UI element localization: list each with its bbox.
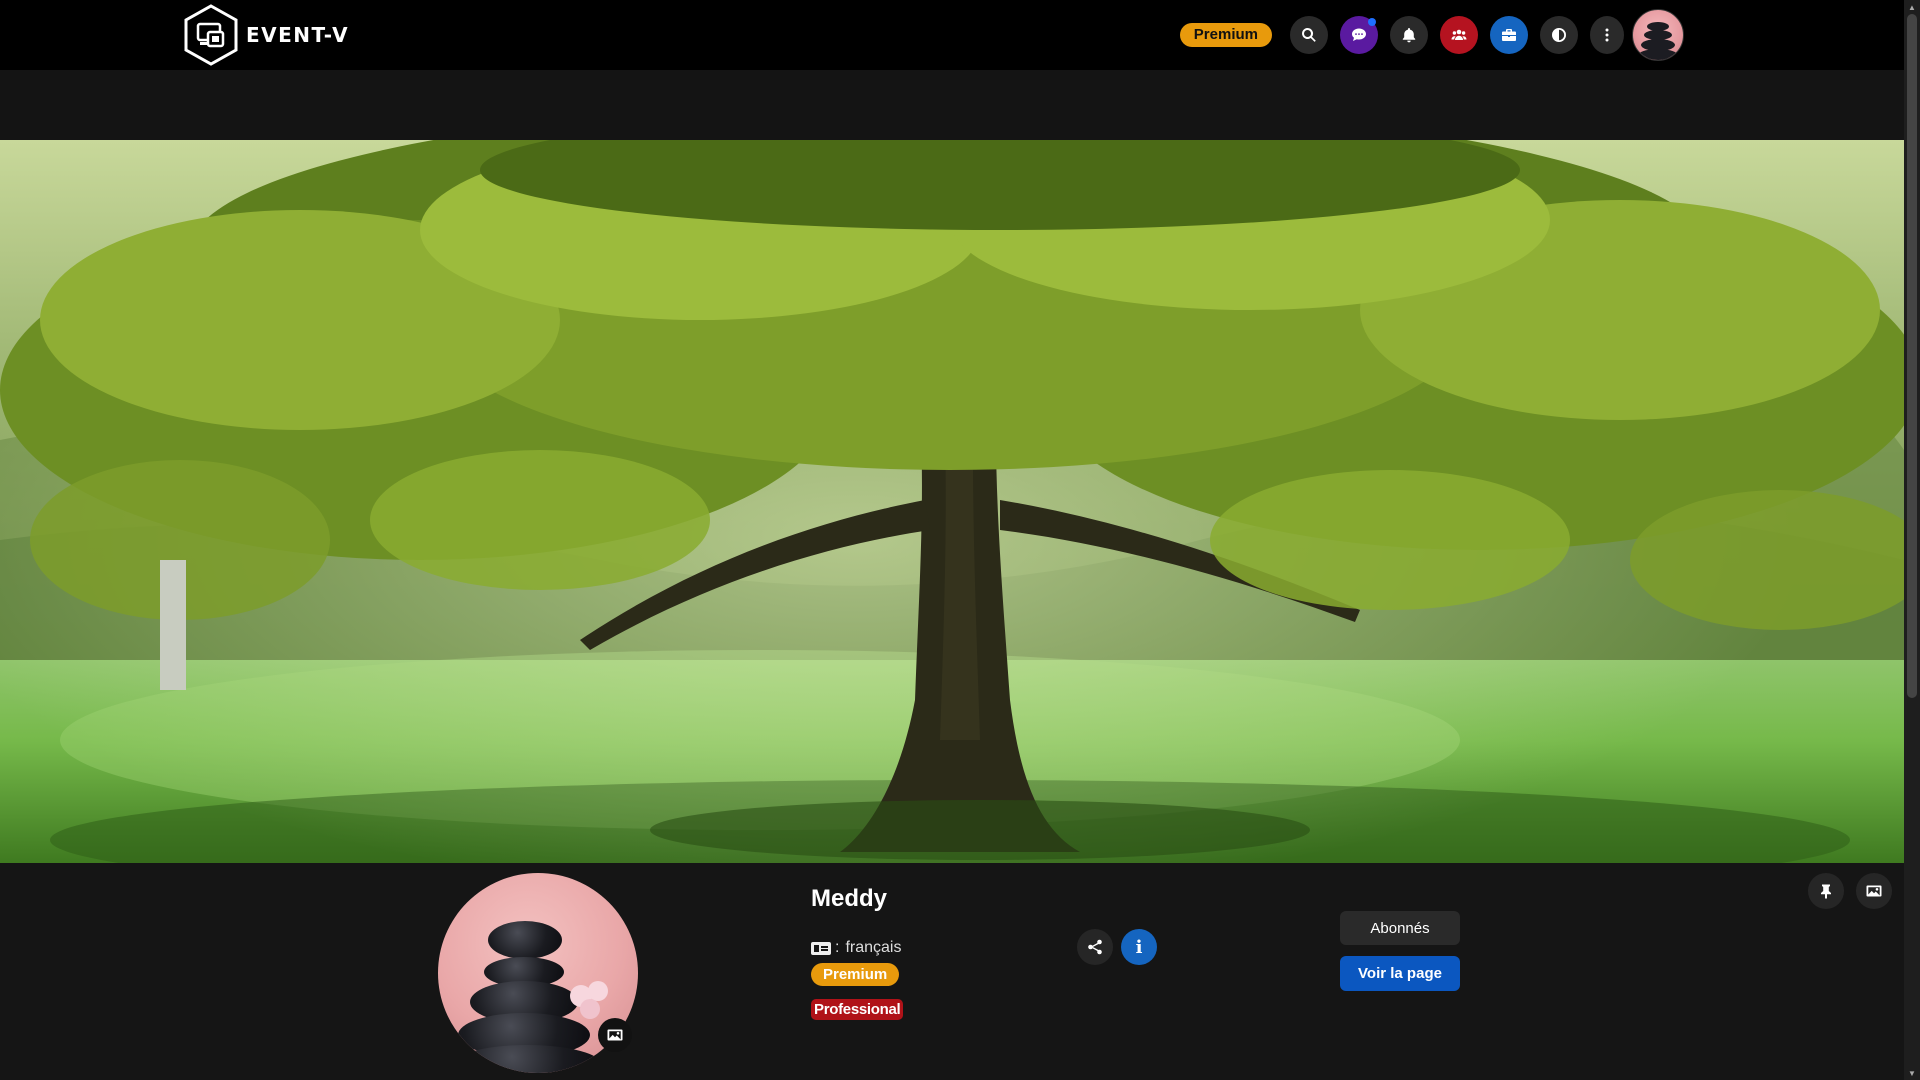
search-button[interactable] <box>1290 16 1328 54</box>
groups-button[interactable] <box>1440 16 1478 54</box>
info-button[interactable]: i <box>1121 929 1157 965</box>
subscribers-button[interactable]: Abonnés <box>1340 911 1460 945</box>
scroll-up-icon[interactable]: ▲ <box>1904 0 1920 14</box>
bell-icon <box>1402 28 1416 43</box>
nav-actions: Premium <box>1179 0 1684 70</box>
notifications-button[interactable] <box>1390 16 1428 54</box>
image-icon <box>1866 885 1882 897</box>
contrast-icon <box>1552 28 1566 42</box>
language-icon <box>811 941 831 955</box>
view-page-button[interactable]: Voir la page <box>1340 956 1460 991</box>
change-cover-button[interactable] <box>1856 873 1892 909</box>
pin-cover-button[interactable] <box>1808 873 1844 909</box>
top-navbar: EVENT-V Premium <box>0 0 1904 70</box>
sub-header <box>0 70 1904 140</box>
language-separator: : <box>835 939 840 956</box>
briefcase-icon <box>1502 29 1516 41</box>
image-icon <box>607 1029 623 1041</box>
more-vertical-icon <box>1605 28 1609 42</box>
share-icon <box>1088 939 1102 955</box>
page-scrollbar[interactable]: ▲ ▼ <box>1904 0 1920 1080</box>
messages-button[interactable] <box>1340 16 1378 54</box>
cover-image <box>0 140 1904 863</box>
language-value: français <box>845 939 902 956</box>
professional-badge: Professional <box>811 999 904 1020</box>
cover-photo <box>0 140 1904 863</box>
business-button[interactable] <box>1490 16 1528 54</box>
premium-badge: Premium <box>811 963 900 986</box>
premium-button[interactable]: Premium <box>1179 23 1272 47</box>
pin-icon <box>1821 884 1831 899</box>
profile-language: : français <box>811 939 901 957</box>
profile-name: Meddy <box>811 885 888 912</box>
logo[interactable]: EVENT-V <box>182 4 349 66</box>
user-avatar[interactable] <box>1632 9 1684 61</box>
change-avatar-button[interactable] <box>598 1018 632 1052</box>
search-icon <box>1302 28 1316 42</box>
logo-text: EVENT-V <box>246 23 350 47</box>
scroll-down-icon[interactable]: ▼ <box>1904 1066 1920 1080</box>
users-icon <box>1451 29 1467 40</box>
logo-icon <box>184 4 238 66</box>
theme-toggle-button[interactable] <box>1540 16 1578 54</box>
scroll-thumb[interactable] <box>1907 14 1917 698</box>
more-button[interactable] <box>1590 16 1624 54</box>
profile-section: Meddy : français Premium Professional i … <box>0 863 1904 1080</box>
share-button[interactable] <box>1077 929 1113 965</box>
chat-icon <box>1352 28 1366 41</box>
notification-dot <box>1368 18 1376 26</box>
